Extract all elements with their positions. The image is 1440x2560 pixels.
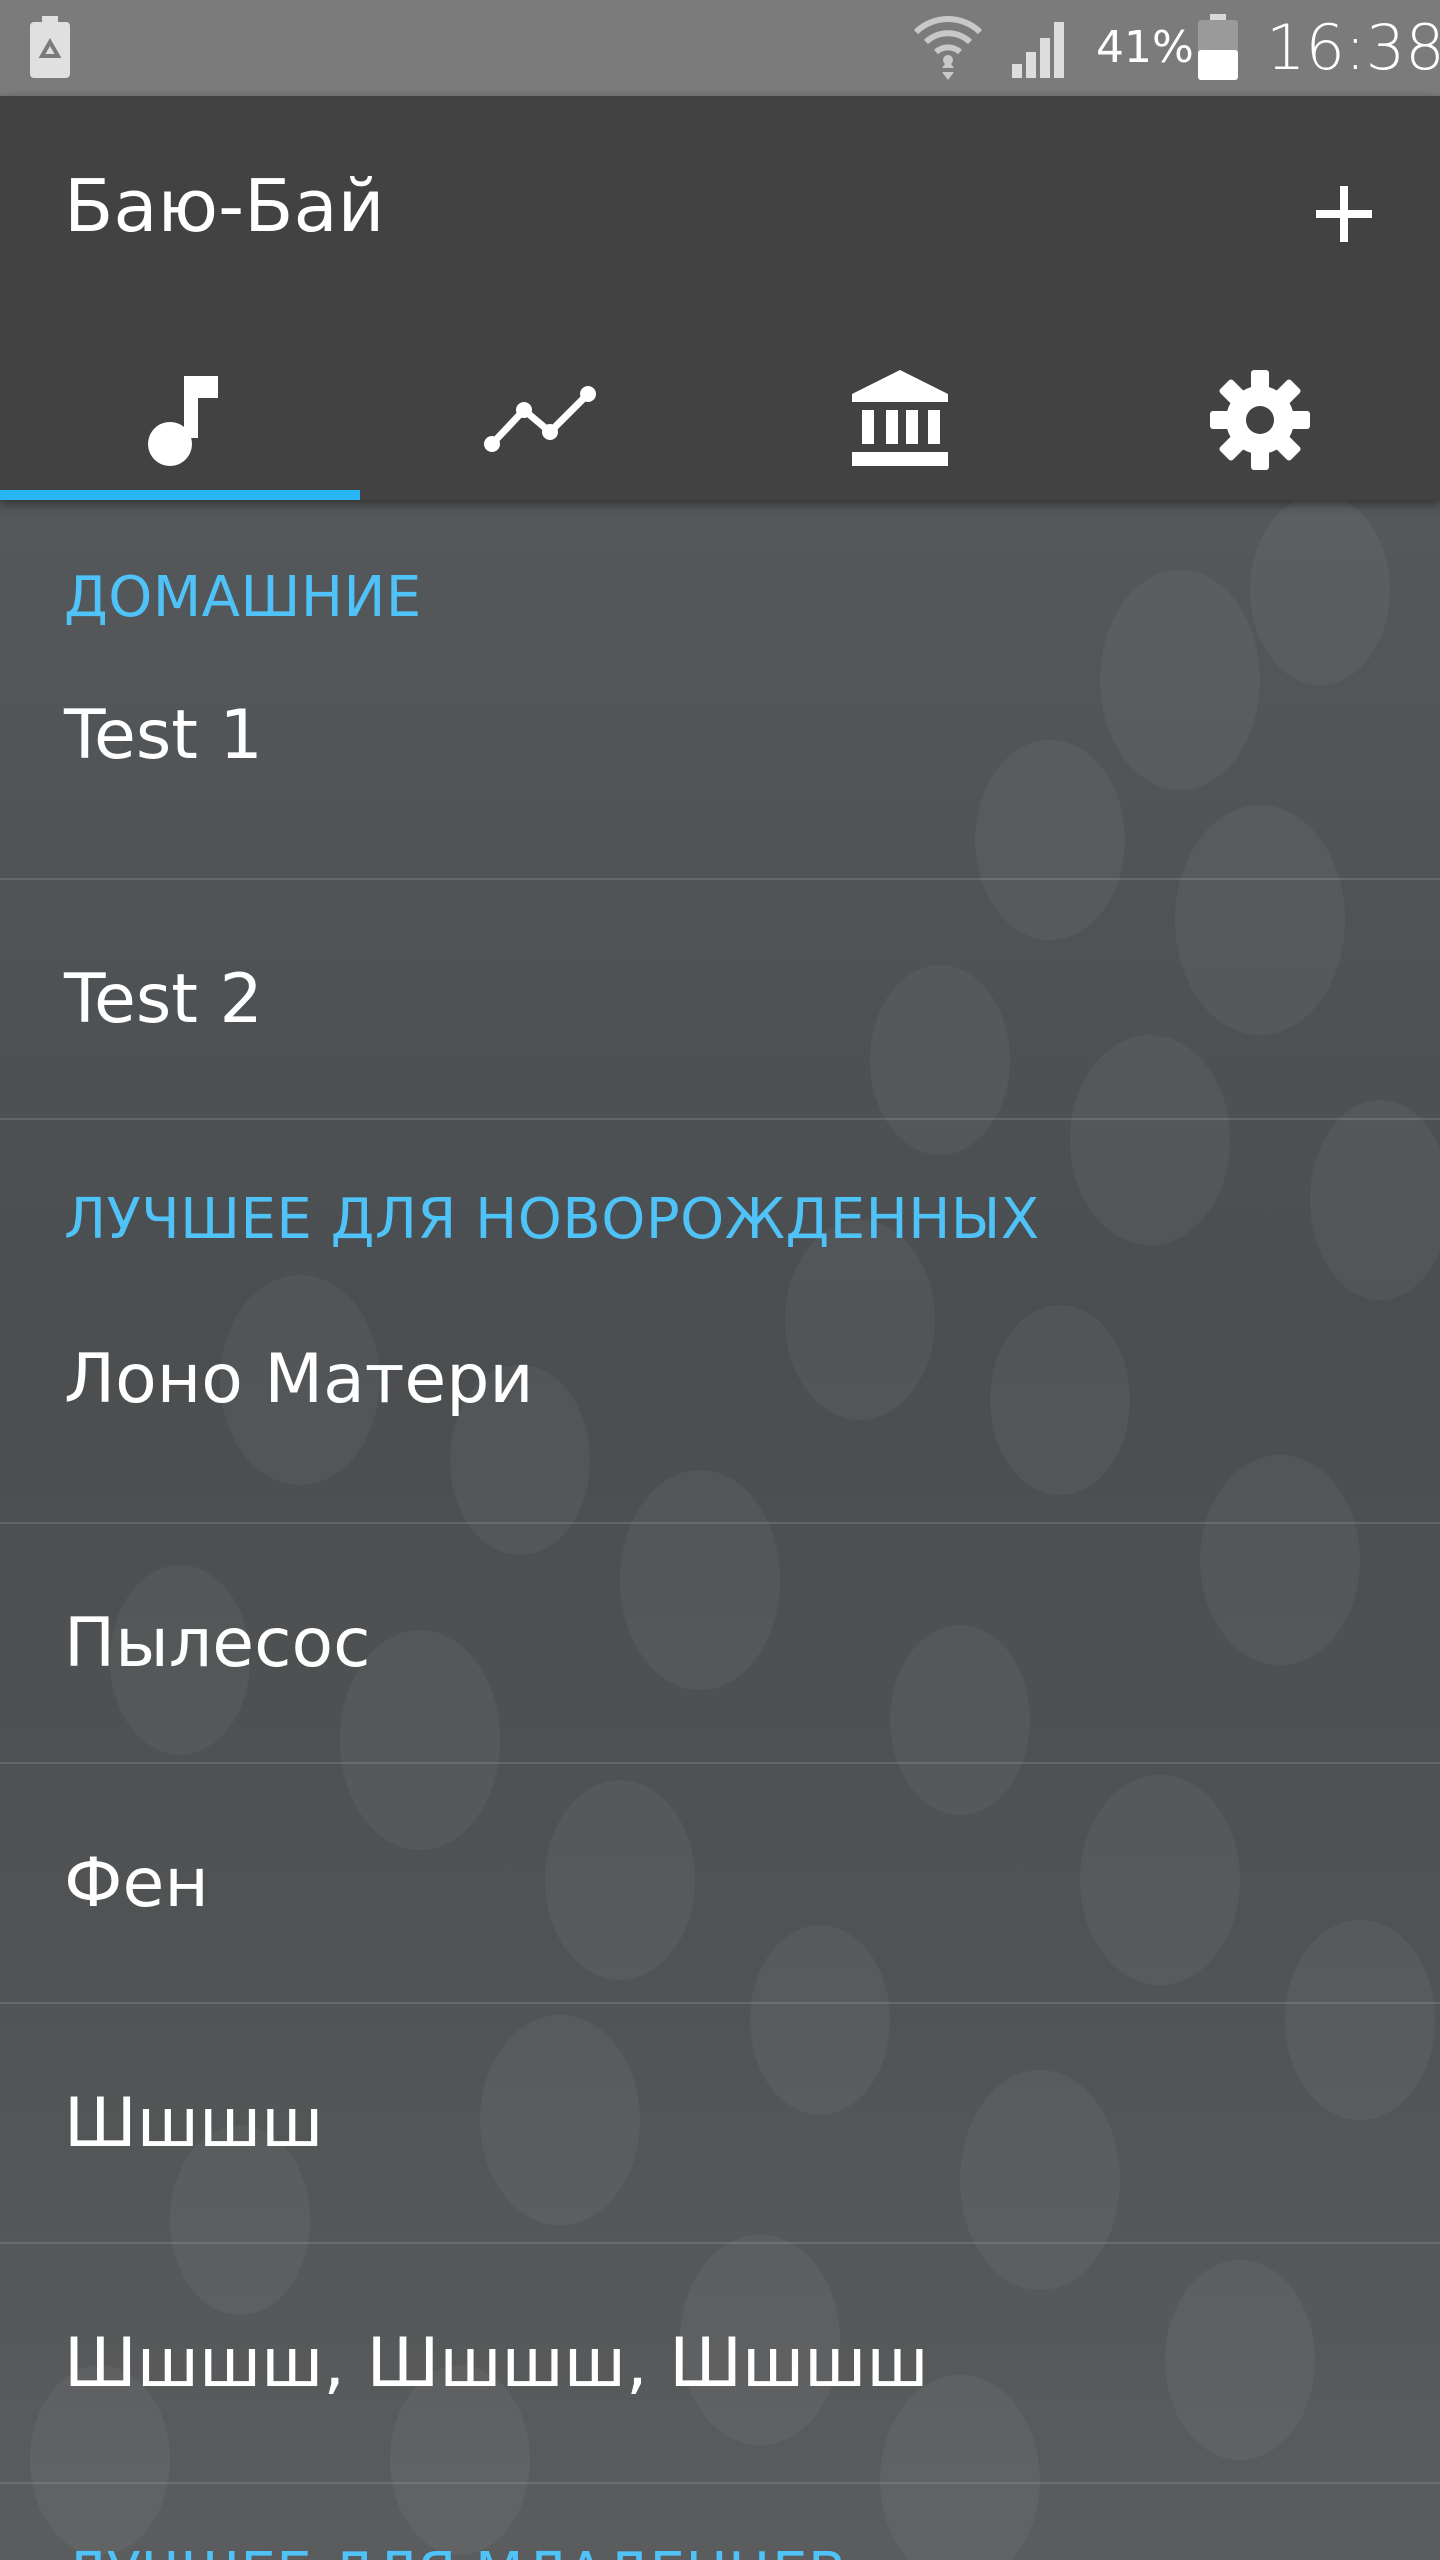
app-title: Баю-Бай [64, 164, 385, 248]
app-bar: Баю-Бай [0, 96, 1440, 500]
add-button[interactable] [1296, 166, 1392, 262]
section-header-infants: ЛУЧШЕЕ ДЛЯ МЛАДЕНЦЕВ [0, 2484, 1440, 2560]
plus-icon [1316, 186, 1372, 242]
sound-list-area[interactable]: ДОМАШНИЕ Test 1 Test 2 ЛУЧШЕЕ ДЛЯ НОВОРО… [0, 500, 1440, 2560]
list-item[interactable]: Test 1 [0, 676, 1440, 880]
tab-sounds[interactable] [0, 340, 360, 500]
list-item[interactable]: Лоно Матери [0, 1320, 1440, 1524]
selected-tab-indicator [0, 490, 360, 500]
tab-statistics[interactable] [360, 340, 720, 500]
section-header-home: ДОМАШНИЕ [64, 565, 422, 630]
clock: 16:38 [1266, 11, 1440, 84]
wifi-icon [913, 16, 983, 80]
status-bar: 41% 16:38 [0, 0, 1440, 96]
gear-icon [1210, 370, 1310, 470]
tab-bank[interactable] [720, 340, 1080, 500]
bank-icon [852, 370, 948, 466]
battery-percent: 41% [1096, 22, 1194, 73]
chart-line-icon [484, 386, 596, 452]
cell-signal-icon [1012, 22, 1064, 78]
battery-saver-icon [30, 16, 70, 78]
list-item[interactable]: Шшшш, Шшшш, Шшшш [0, 2244, 1440, 2484]
list-item[interactable]: Фен [0, 1764, 1440, 2004]
tab-settings[interactable] [1080, 340, 1440, 500]
sound-list: ДОМАШНИЕ Test 1 Test 2 ЛУЧШЕЕ ДЛЯ НОВОРО… [0, 500, 1440, 2560]
list-item[interactable]: Шшшш [0, 2004, 1440, 2244]
tab-bar [0, 340, 1440, 500]
battery-icon [1198, 14, 1238, 80]
music-note-icon [148, 376, 218, 466]
list-item[interactable]: Пылесос [0, 1524, 1440, 1764]
section-header-newborns: ЛУЧШЕЕ ДЛЯ НОВОРОЖДЕННЫХ [64, 1187, 1040, 1252]
list-item[interactable]: Test 2 [0, 880, 1440, 1120]
